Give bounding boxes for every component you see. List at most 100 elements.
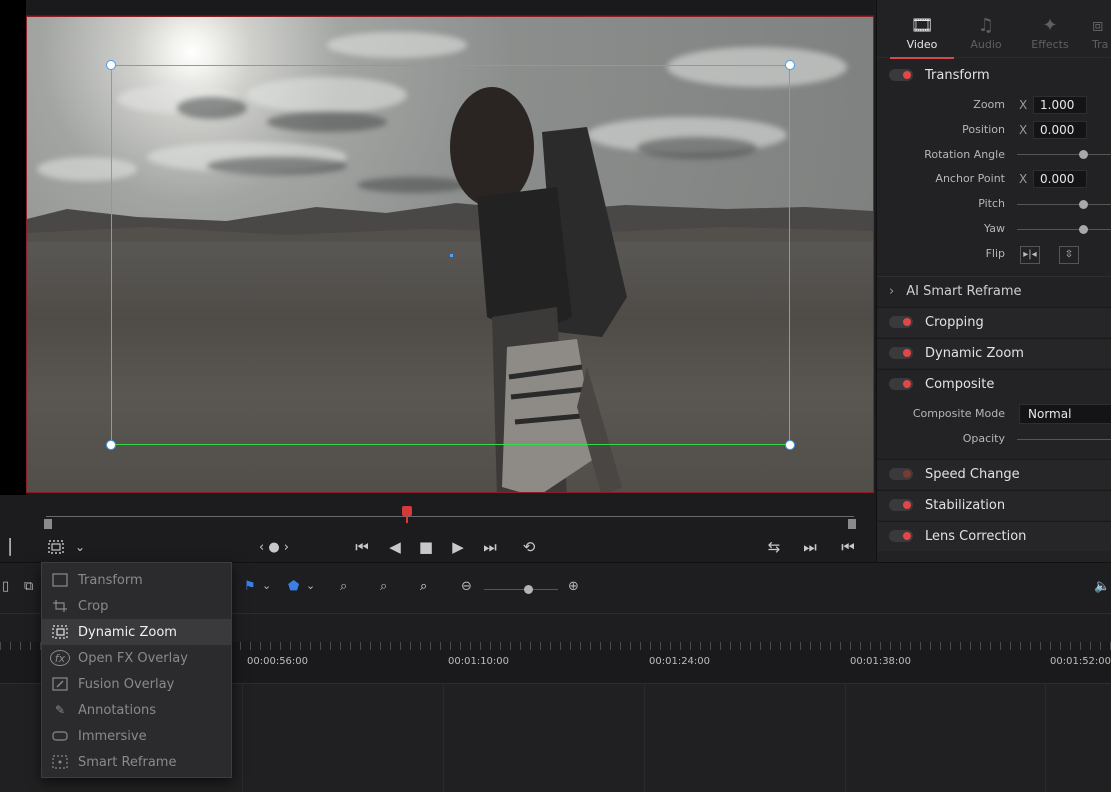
chevron-down-icon[interactable]: ⌄ <box>262 579 271 592</box>
position-label: Position <box>962 123 1005 136</box>
timecode-label: 00:01:10:00 <box>448 656 510 667</box>
menu-item-fusion-overlay[interactable]: Fusion Overlay <box>42 671 231 697</box>
flip-label: Flip <box>985 247 1005 260</box>
menu-item-annotations[interactable]: ✎ Annotations <box>42 697 231 723</box>
chevron-down-icon[interactable]: ⌄ <box>306 579 315 592</box>
menu-item-smart-reframe[interactable]: Smart Reframe <box>42 749 231 775</box>
speed-change-toggle[interactable] <box>889 468 913 480</box>
position-x-field[interactable]: 0.000 <box>1033 121 1087 139</box>
pen-icon: ✎ <box>54 703 66 717</box>
play-icon[interactable]: ▶ <box>448 538 468 556</box>
zoom-custom-icon[interactable]: ⌕ <box>420 579 427 594</box>
scrub-out-marker[interactable] <box>848 519 856 529</box>
trim-mode-icon[interactable]: ⧉ <box>24 579 33 594</box>
jog-control-icon[interactable]: ‹ ● › <box>252 538 296 556</box>
transport-bar: ▕ ⌄ ‹ ● › ⏮ ◀ ■ ▶ ⏭ ⟲ ⇆ ⏭ ⏮ <box>0 532 874 562</box>
yaw-label: Yaw <box>984 222 1005 235</box>
film-icon: 🎞 <box>910 15 934 36</box>
frame-handle-top-right[interactable] <box>785 60 795 70</box>
match-frame-icon[interactable]: ⇆ <box>762 538 786 556</box>
smart-reframe-icon <box>50 754 70 770</box>
zoom-detail-icon[interactable]: ⌕ <box>380 579 387 594</box>
inspector-tabs: 🎞 Video ♫ Audio ✦ Effects ⧈ Tra <box>877 0 1111 59</box>
anchor-point-label: Anchor Point <box>935 172 1005 185</box>
section-speed-change[interactable]: Speed Change <box>889 464 1020 484</box>
vr-headset-icon <box>50 728 70 744</box>
section-stabilization[interactable]: Stabilization <box>889 495 1005 515</box>
slider-knob[interactable] <box>1079 150 1088 159</box>
timecode-label: 00:01:52:00 <box>1050 656 1111 667</box>
flip-horizontal-icon[interactable]: ▸|◂ <box>1020 246 1040 264</box>
zoom-out-icon[interactable]: ⊖ <box>461 579 472 594</box>
slider-knob[interactable] <box>524 585 533 594</box>
section-cropping[interactable]: Cropping <box>889 312 984 332</box>
transition-icon: ⧈ <box>1092 15 1104 36</box>
tab-audio[interactable]: ♫ Audio <box>954 14 1018 51</box>
frame-handle-bottom-right[interactable] <box>785 440 795 450</box>
rotation-angle-label: Rotation Angle <box>924 148 1005 161</box>
lens-correction-toggle[interactable] <box>889 530 913 542</box>
pitch-slider[interactable] <box>1017 200 1111 209</box>
zoom-in-icon[interactable]: ⊕ <box>568 579 579 594</box>
slider-knob[interactable] <box>1079 225 1088 234</box>
timecode-label: 00:00:56:00 <box>247 656 309 667</box>
section-ai-smart-reframe[interactable]: › AI Smart Reframe <box>889 281 1022 301</box>
dynamic-zoom-toggle[interactable] <box>889 347 913 359</box>
stabilization-toggle[interactable] <box>889 499 913 511</box>
stop-icon[interactable]: ■ <box>416 538 436 556</box>
previous-clip-icon[interactable]: ⏮ <box>838 538 858 556</box>
menu-item-crop[interactable]: Crop <box>42 593 231 619</box>
slider-knob[interactable] <box>1079 200 1088 209</box>
section-dynamic-zoom[interactable]: Dynamic Zoom <box>889 343 1024 363</box>
opacity-slider[interactable] <box>1017 439 1111 440</box>
flip-vertical-icon[interactable]: ⇳ <box>1059 246 1079 264</box>
zoom-x-label: X <box>1019 98 1028 112</box>
menu-item-open-fx-overlay[interactable]: fx Open FX Overlay <box>42 645 231 671</box>
zoom-full-icon[interactable]: ⌕ <box>340 579 347 594</box>
anchor-x-field[interactable]: 0.000 <box>1033 170 1087 188</box>
reverse-icon[interactable]: ◀ <box>385 538 405 556</box>
frame-handle-top-left[interactable] <box>106 60 116 70</box>
timecode-label: 00:01:38:00 <box>850 656 912 667</box>
composite-mode-select[interactable]: Normal <box>1019 404 1111 424</box>
viewer-scrubber[interactable] <box>44 506 856 531</box>
menu-item-dynamic-zoom[interactable]: Dynamic Zoom <box>42 619 231 645</box>
grid-line <box>1045 684 1046 792</box>
section-transform[interactable]: Transform <box>889 65 990 85</box>
next-clip-icon[interactable]: ⏭ <box>800 538 820 556</box>
cropping-toggle[interactable] <box>889 316 913 328</box>
menu-item-immersive[interactable]: Immersive <box>42 723 231 749</box>
tab-video[interactable]: 🎞 Video <box>890 14 954 59</box>
tab-effects[interactable]: ✦ Effects <box>1018 14 1082 51</box>
playhead-line <box>406 515 408 523</box>
composite-toggle[interactable] <box>889 378 913 390</box>
crop-icon <box>50 598 70 614</box>
loop-icon[interactable]: ⟲ <box>516 538 542 556</box>
menu-item-transform[interactable]: Transform <box>42 567 231 593</box>
go-to-start-icon[interactable]: ⏮ <box>350 538 374 556</box>
rotation-angle-slider[interactable] <box>1017 150 1111 159</box>
fx-icon: fx <box>50 650 70 666</box>
frame-handle-bottom-left[interactable] <box>106 440 116 450</box>
yaw-slider[interactable] <box>1017 225 1111 234</box>
scrub-in-marker[interactable] <box>44 519 52 529</box>
video-viewer[interactable] <box>26 16 874 493</box>
chevron-down-icon[interactable]: ⌄ <box>72 538 88 556</box>
section-composite[interactable]: Composite <box>889 374 994 394</box>
marker-icon[interactable]: ⬟ <box>288 579 299 594</box>
flag-icon[interactable]: ⚑ <box>244 579 256 594</box>
zoom-x-field[interactable]: 1.000 <box>1033 96 1087 114</box>
selection-mode-icon[interactable]: ▯ <box>2 579 9 594</box>
go-to-end-icon[interactable]: ⏭ <box>478 538 502 556</box>
timecode-label: 00:01:24:00 <box>649 656 711 667</box>
speaker-icon[interactable]: 🔈 <box>1094 579 1110 594</box>
transform-toggle[interactable] <box>889 69 913 81</box>
onscreen-controls-icon[interactable] <box>44 538 68 556</box>
anchor-x-label: X <box>1019 172 1028 186</box>
section-lens-correction[interactable]: Lens Correction <box>889 526 1026 546</box>
timeline-zoom-slider[interactable] <box>484 585 558 594</box>
grid-line <box>242 684 243 792</box>
frame-center-point[interactable] <box>450 254 453 257</box>
tab-transition[interactable]: ⧈ Tra <box>1082 14 1111 51</box>
dynamic-zoom-icon <box>50 624 70 640</box>
